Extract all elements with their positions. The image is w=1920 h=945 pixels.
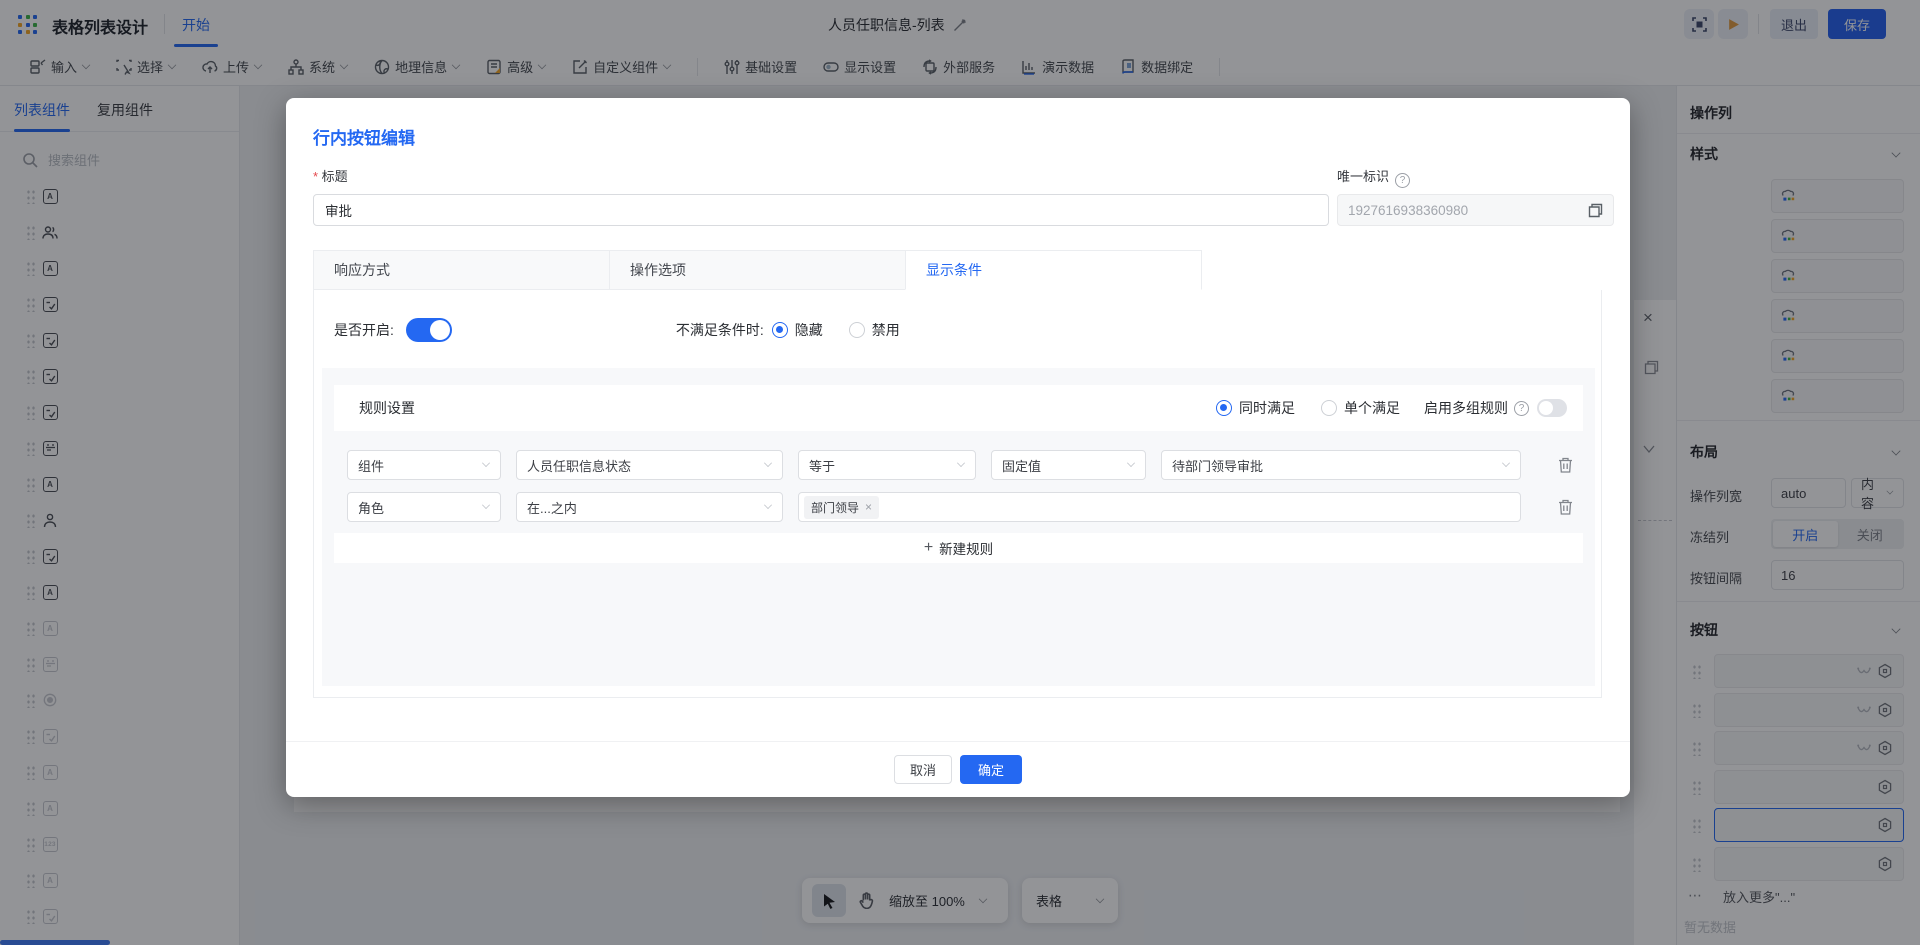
rule2-operator-select[interactable]: 在...之内 (516, 492, 783, 522)
radio-hide[interactable] (772, 322, 788, 338)
plus-icon: + (924, 539, 933, 557)
inline-button-edit-dialog: 行内按钮编辑 标题 唯一标识? 1927616938360980 响应方式 操作… (286, 98, 1630, 797)
dialog-footer: 取消 确定 (286, 741, 1630, 797)
radio-disable[interactable] (849, 322, 865, 338)
tab-action-options[interactable]: 操作选项 (609, 250, 906, 290)
rule1-type-select[interactable]: 组件 (347, 450, 501, 480)
rule2-type-select[interactable]: 角色 (347, 492, 501, 522)
radio-match-all[interactable] (1216, 400, 1232, 416)
help-icon[interactable]: ? (1395, 173, 1410, 188)
uid-value: 1927616938360980 (1348, 203, 1468, 218)
rule1-value-type-select[interactable]: 固定值 (991, 450, 1146, 480)
display-conditions-panel: 是否开启: 不满足条件时: 隐藏 禁用 规则设置 同时满足 单个满足 启用多组规… (313, 290, 1602, 698)
unmet-label: 不满足条件时: (676, 320, 764, 340)
dialog-tabs: 响应方式 操作选项 显示条件 (313, 250, 1202, 290)
tab-display-conditions[interactable]: 显示条件 (905, 250, 1202, 290)
rules-header: 规则设置 同时满足 单个满足 启用多组规则 ? (334, 385, 1583, 431)
delete-rule1-button[interactable] (1557, 456, 1574, 474)
ok-button[interactable]: 确定 (960, 755, 1022, 784)
radio-match-any[interactable] (1321, 400, 1337, 416)
delete-rule2-button[interactable] (1557, 498, 1574, 516)
rule1-operator-select[interactable]: 等于 (798, 450, 976, 480)
multi-group-label: 启用多组规则 (1424, 398, 1508, 418)
radio-disable-label: 禁用 (872, 320, 900, 340)
selected-role-tag: 部门领导× (804, 496, 879, 519)
title-field-input[interactable] (313, 194, 1329, 226)
match-any-label: 单个满足 (1344, 398, 1400, 418)
enabled-label: 是否开启: (334, 320, 394, 340)
uid-label: 唯一标识? (1337, 166, 1410, 188)
rules-panel: 规则设置 同时满足 单个满足 启用多组规则 ? 组件 人员任职信息状态 等于 固… (322, 368, 1595, 686)
help-icon[interactable]: ? (1514, 401, 1529, 416)
rule2-value-multiselect[interactable]: 部门领导× (798, 492, 1521, 522)
multi-group-toggle[interactable] (1537, 399, 1567, 417)
dialog-title: 行内按钮编辑 (313, 124, 415, 149)
copy-icon[interactable] (1588, 203, 1603, 218)
title-field-label: 标题 (313, 166, 348, 185)
cancel-button[interactable]: 取消 (894, 755, 952, 784)
match-all-label: 同时满足 (1239, 398, 1295, 418)
tab-response-mode[interactable]: 响应方式 (313, 250, 610, 290)
remove-tag-icon[interactable]: × (865, 500, 872, 514)
enabled-toggle[interactable] (406, 318, 452, 342)
radio-hide-label: 隐藏 (795, 320, 823, 340)
rule1-value-select[interactable]: 待部门领导审批 (1161, 450, 1521, 480)
add-rule-button[interactable]: + 新建规则 (334, 533, 1583, 563)
uid-field: 1927616938360980 (1337, 194, 1614, 226)
rules-title: 规则设置 (359, 398, 415, 418)
rule1-field-select[interactable]: 人员任职信息状态 (516, 450, 783, 480)
